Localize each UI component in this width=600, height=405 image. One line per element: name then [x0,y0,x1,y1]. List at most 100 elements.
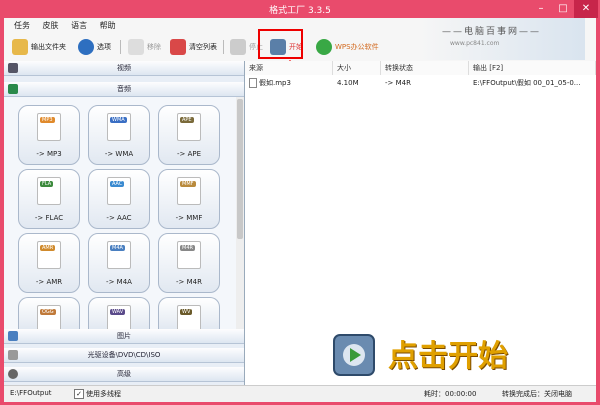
category-picture-label: 图片 [117,332,131,340]
category-picture[interactable]: 图片 [4,329,244,344]
after-conversion[interactable]: 转换完成后：关闭电脑 [502,389,572,399]
format-label: -> MP3 [36,150,62,158]
category-advanced-label: 高级 [117,370,131,378]
column-status[interactable]: 转换状态 [381,61,469,75]
start-highlight-box [258,29,303,59]
row-output: E:\FFOutput\假如 00_01_05-0... [473,79,581,87]
file-icon: OGG [37,305,61,331]
disc-icon [8,350,18,360]
app-window: 格式工厂 3.3.5 – □ ✕ 任务 皮肤 语言 帮助 输出文件夹 选项 移除… [0,0,600,405]
column-size[interactable]: 大小 [333,61,381,75]
stop-icon [230,39,246,55]
remove-label: 移除 [147,43,161,51]
format-wma-button[interactable]: WMA -> WMA [88,105,150,165]
file-icon: M4A [107,241,131,269]
options-label: 选项 [97,43,111,51]
format-wv-button[interactable]: WV [158,297,220,331]
output-folder-label: 输出文件夹 [31,43,66,51]
category-video-label: 视频 [117,64,131,72]
output-folder-button[interactable]: 输出文件夹 [12,38,66,56]
file-icon: WV [177,305,201,331]
format-label: -> FLAC [34,214,64,222]
format-label: -> AAC [106,214,132,222]
format-label: -> M4R [176,278,202,286]
category-audio-label: 音频 [117,85,131,93]
remove-button[interactable]: 移除 [128,38,161,56]
film-icon [8,63,18,73]
toolbar-divider [223,40,224,54]
banner-text: ——电脑百事网—— [442,27,542,37]
window-title: 格式工厂 3.3.5 [269,6,331,16]
menu-skin[interactable]: 皮肤 [43,18,59,34]
format-amr-button[interactable]: AMR -> AMR [18,233,80,293]
format-m4a-button[interactable]: M4A -> M4A [88,233,150,293]
file-icon: WAV [107,305,131,331]
options-button[interactable]: 选项 [78,38,111,56]
start-large-icon [333,334,375,376]
format-m4r-button[interactable]: M4R -> M4R [158,233,220,293]
category-disc-label: 光驱设备\DVD\CD\ISO [87,351,161,359]
column-source[interactable]: 来源 [245,61,333,75]
file-icon: M4R [177,241,201,269]
file-icon: MP3 [37,113,61,141]
category-video[interactable]: 视频 [4,61,244,76]
clear-icon [170,39,186,55]
file-icon: APE [177,113,201,141]
format-label: -> AMR [35,278,63,286]
file-icon: AAC [107,177,131,205]
wps-icon [316,39,332,55]
format-aac-button[interactable]: AAC -> AAC [88,169,150,229]
banner-url: www.pc841.com [450,40,500,47]
title-bar: 格式工厂 3.3.5 – □ ✕ [0,0,600,18]
category-advanced[interactable]: 高级 [4,367,244,382]
menu-language[interactable]: 语言 [71,18,87,34]
format-label: -> WMA [104,150,134,158]
scrollbar-thumb[interactable] [237,99,243,239]
category-audio[interactable]: 音频 [4,82,244,97]
wps-button[interactable]: WPS办公软件 [316,38,379,56]
format-label: -> M4A [106,278,132,286]
multithread-checkbox[interactable]: ✓ [74,389,84,399]
folder-icon [12,39,28,55]
output-path: E:\FFOutput [10,389,52,397]
menu-task[interactable]: 任务 [14,18,30,34]
row-size: 4.10M [337,79,359,87]
click-start-overlay: 点击开始 [328,325,568,385]
format-ape-button[interactable]: APE -> APE [158,105,220,165]
file-icon: MMF [177,177,201,205]
format-scrollbar[interactable] [236,97,244,329]
category-disc[interactable]: 光驱设备\DVD\CD\ISO [4,348,244,363]
elapsed-time: 耗时：00:00:00 [424,390,477,398]
row-status: -> M4R [385,79,411,87]
format-label: -> MMF [175,214,203,222]
maximize-button[interactable]: □ [552,0,574,18]
minimize-button[interactable]: – [530,0,552,18]
column-output[interactable]: 输出 [F2] [469,61,596,75]
category-panel: 视频 音频 MP3 -> MP3 WMA -> WMA APE -> APE F… [4,61,245,385]
close-button[interactable]: ✕ [574,0,598,18]
format-mmf-button[interactable]: MMF -> MMF [158,169,220,229]
format-mp3-button[interactable]: MP3 -> MP3 [18,105,80,165]
overlay-text: 点击开始 [388,339,508,374]
file-icon: FLA [37,177,61,205]
gear-icon [78,39,94,55]
file-icon: AMR [37,241,61,269]
clear-list-button[interactable]: 清空列表 [170,38,217,56]
format-ogg-button[interactable]: OGG [18,297,80,331]
music-icon [8,84,18,94]
format-wav-button[interactable]: WAV [88,297,150,331]
gear-icon [8,369,18,379]
remove-icon [128,39,144,55]
multithread-label: 使用多线程 [86,390,121,398]
audio-file-icon [249,78,257,88]
format-flac-button[interactable]: FLA -> FLAC [18,169,80,229]
status-bar: E:\FFOutput ✓ 使用多线程 耗时：00:00:00 转换完成后：关闭… [4,385,596,402]
menu-help[interactable]: 帮助 [100,18,116,34]
audio-format-grid: MP3 -> MP3 WMA -> WMA APE -> APE FLA -> … [4,97,236,331]
toolbar-divider [120,40,121,54]
wps-label: WPS办公软件 [335,43,379,51]
format-label: -> APE [176,150,202,158]
picture-icon [8,331,18,341]
clear-list-label: 清空列表 [189,43,217,51]
file-icon: WMA [107,113,131,141]
